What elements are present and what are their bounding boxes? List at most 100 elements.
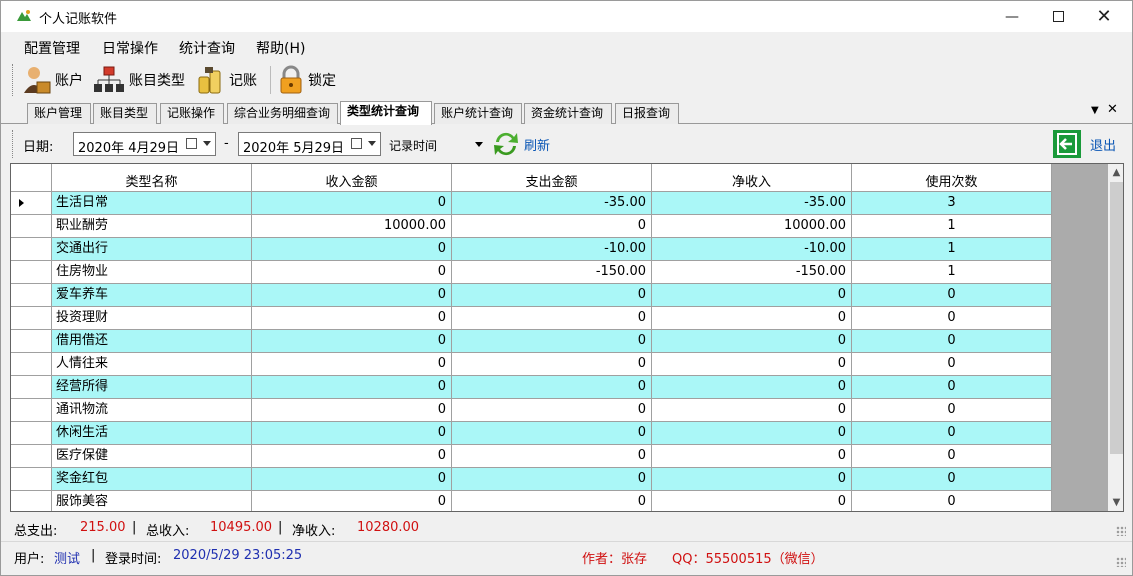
cell-expense[interactable]: 0: [452, 491, 652, 511]
cell-expense[interactable]: 0: [452, 376, 652, 398]
tab-daily-report[interactable]: 日报查询: [615, 103, 679, 124]
cell-net-income[interactable]: 0: [652, 445, 852, 467]
table-row[interactable]: 借用借还 0 0 0 0: [11, 330, 1052, 353]
resize-grip-icon[interactable]: [1116, 557, 1126, 567]
column-header-usage-count[interactable]: 使用次数: [852, 164, 1052, 191]
cell-expense[interactable]: -10.00: [452, 238, 652, 260]
menu-daily[interactable]: 日常操作: [102, 38, 158, 58]
cell-expense[interactable]: -35.00: [452, 192, 652, 214]
chevron-down-icon[interactable]: [203, 141, 211, 146]
cell-type-name[interactable]: 职业酬劳: [52, 215, 252, 237]
row-header[interactable]: [11, 192, 52, 214]
cell-type-name[interactable]: 投资理财: [52, 307, 252, 329]
calendar-icon[interactable]: [351, 138, 362, 149]
cell-net-income[interactable]: -10.00: [652, 238, 852, 260]
cell-type-name[interactable]: 休闲生活: [52, 422, 252, 444]
time-field-select[interactable]: 记录时间: [385, 132, 485, 156]
account-button[interactable]: 账户: [20, 64, 83, 96]
table-row[interactable]: 医疗保健 0 0 0 0: [11, 445, 1052, 468]
cell-income[interactable]: 0: [252, 284, 452, 306]
table-row[interactable]: 职业酬劳 10000.00 0 10000.00 1: [11, 215, 1052, 238]
cell-usage-count[interactable]: 3: [852, 192, 1052, 214]
cell-expense[interactable]: 0: [452, 284, 652, 306]
cell-usage-count[interactable]: 0: [852, 468, 1052, 490]
row-header[interactable]: [11, 422, 52, 444]
chevron-down-icon[interactable]: [475, 142, 483, 147]
filter-bar-grip[interactable]: [12, 130, 15, 158]
cell-income[interactable]: 0: [252, 261, 452, 283]
table-row[interactable]: 经营所得 0 0 0 0: [11, 376, 1052, 399]
cell-income[interactable]: 0: [252, 192, 452, 214]
cell-usage-count[interactable]: 0: [852, 353, 1052, 375]
menu-config[interactable]: 配置管理: [24, 38, 80, 58]
type-statistics-grid[interactable]: 类型名称 收入金额 支出金额 净收入 使用次数 生活日常 0 -35.00 -35.0…: [10, 163, 1124, 512]
cell-type-name[interactable]: 借用借还: [52, 330, 252, 352]
menu-help[interactable]: 帮助(H): [256, 38, 305, 58]
cell-income[interactable]: 0: [252, 468, 452, 490]
resize-grip-icon[interactable]: [1116, 526, 1126, 536]
cell-expense[interactable]: 0: [452, 307, 652, 329]
cell-type-name[interactable]: 经营所得: [52, 376, 252, 398]
scroll-down-icon[interactable]: ▼: [1108, 494, 1123, 511]
cell-income[interactable]: 0: [252, 330, 452, 352]
table-row[interactable]: 交通出行 0 -10.00 -10.00 1: [11, 238, 1052, 261]
cell-net-income[interactable]: 0: [652, 330, 852, 352]
lock-button[interactable]: 锁定: [277, 64, 336, 96]
cell-net-income[interactable]: 0: [652, 491, 852, 511]
cell-net-income[interactable]: 0: [652, 422, 852, 444]
cell-income[interactable]: 0: [252, 445, 452, 467]
cell-type-name[interactable]: 奖金红包: [52, 468, 252, 490]
row-header[interactable]: [11, 261, 52, 283]
row-header[interactable]: [11, 491, 52, 511]
refresh-button[interactable]: 刷新: [490, 128, 550, 160]
row-header[interactable]: [11, 238, 52, 260]
table-row[interactable]: 投资理财 0 0 0 0: [11, 307, 1052, 330]
table-row[interactable]: 通讯物流 0 0 0 0: [11, 399, 1052, 422]
cell-expense[interactable]: 0: [452, 399, 652, 421]
row-header[interactable]: [11, 376, 52, 398]
cell-income[interactable]: 0: [252, 376, 452, 398]
row-header[interactable]: [11, 353, 52, 375]
cell-net-income[interactable]: -150.00: [652, 261, 852, 283]
tab-type-statistics[interactable]: 类型统计查询: [340, 101, 432, 125]
cell-expense[interactable]: 0: [452, 330, 652, 352]
column-header-income[interactable]: 收入金额: [252, 164, 452, 191]
tab-fund-statistics[interactable]: 资金统计查询: [524, 103, 612, 124]
bookkeeping-button[interactable]: 记账: [196, 64, 257, 96]
cell-usage-count[interactable]: 1: [852, 238, 1052, 260]
cell-type-name[interactable]: 交通出行: [52, 238, 252, 260]
cell-type-name[interactable]: 服饰美容: [52, 491, 252, 511]
tab-close-icon[interactable]: ✕: [1107, 102, 1118, 117]
cell-usage-count[interactable]: 0: [852, 399, 1052, 421]
date-to-picker[interactable]: 2020年 5月29日: [238, 132, 381, 156]
minimize-button[interactable]: —: [989, 1, 1035, 32]
cell-type-name[interactable]: 通讯物流: [52, 399, 252, 421]
chevron-down-icon[interactable]: [368, 141, 376, 146]
row-header-corner[interactable]: [11, 164, 52, 191]
cell-type-name[interactable]: 人情往来: [52, 353, 252, 375]
cell-income[interactable]: 0: [252, 422, 452, 444]
table-row[interactable]: 爱车养车 0 0 0 0: [11, 284, 1052, 307]
scrollbar-thumb[interactable]: [1110, 182, 1123, 454]
tab-account-type[interactable]: 账目类型: [93, 103, 157, 124]
cell-net-income[interactable]: 0: [652, 353, 852, 375]
tab-list-dropdown-icon[interactable]: ▼: [1091, 105, 1099, 116]
cell-expense[interactable]: 0: [452, 215, 652, 237]
cell-expense[interactable]: 0: [452, 468, 652, 490]
cell-usage-count[interactable]: 1: [852, 215, 1052, 237]
cell-income[interactable]: 0: [252, 307, 452, 329]
row-header[interactable]: [11, 215, 52, 237]
cell-usage-count[interactable]: 0: [852, 307, 1052, 329]
menu-statistics[interactable]: 统计查询: [179, 38, 235, 58]
scroll-up-icon[interactable]: ▲: [1108, 164, 1123, 181]
table-row[interactable]: 人情往来 0 0 0 0: [11, 353, 1052, 376]
tab-bookkeeping[interactable]: 记账操作: [160, 103, 224, 124]
cell-income[interactable]: 10000.00: [252, 215, 452, 237]
column-header-expense[interactable]: 支出金额: [452, 164, 652, 191]
table-row[interactable]: 住房物业 0 -150.00 -150.00 1: [11, 261, 1052, 284]
column-header-net-income[interactable]: 净收入: [652, 164, 852, 191]
cell-net-income[interactable]: 0: [652, 468, 852, 490]
row-header[interactable]: [11, 307, 52, 329]
cell-expense[interactable]: -150.00: [452, 261, 652, 283]
exit-button[interactable]: 退出: [1052, 128, 1116, 160]
